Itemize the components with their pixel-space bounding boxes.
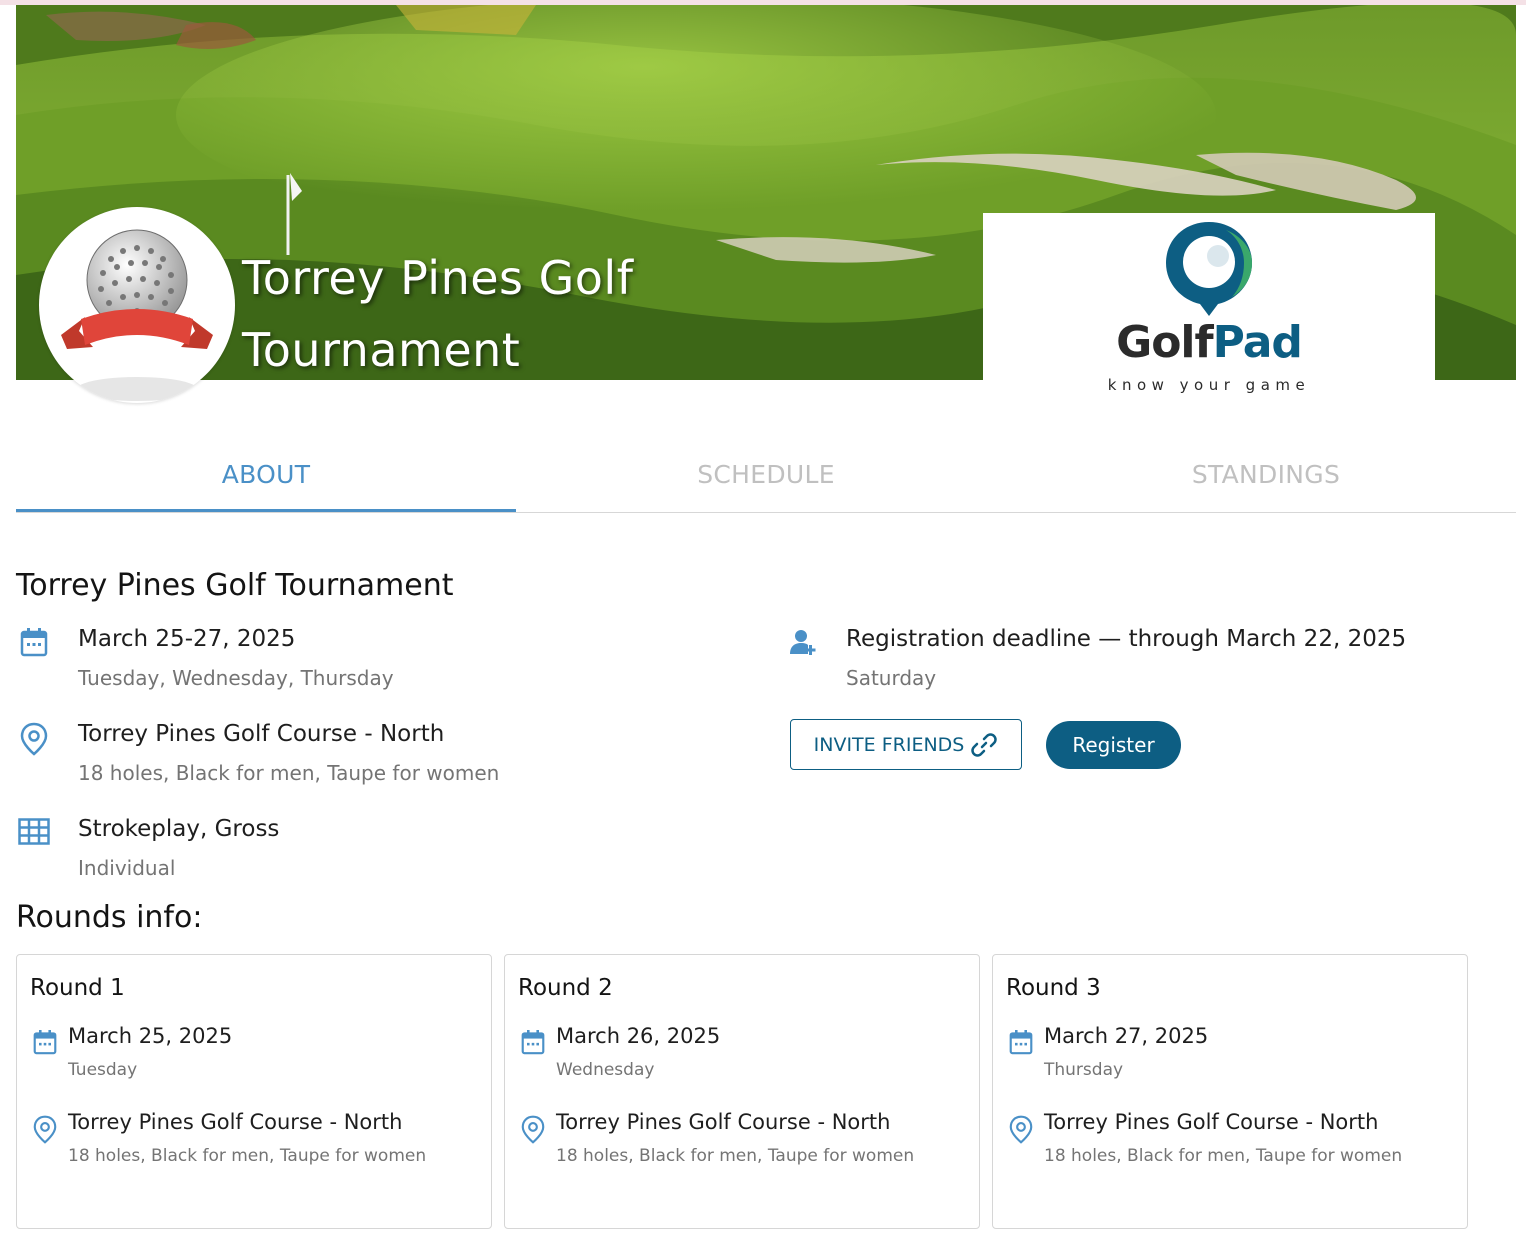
tab-about[interactable]: ABOUT <box>16 440 516 512</box>
round-title: Round 1 <box>30 975 125 1001</box>
course-sub: 18 holes, Black for men, Taupe for women <box>78 761 500 785</box>
round-card-2: Round 2 March 26, 2025 Wednesday Torrey … <box>504 954 980 1229</box>
round-date: March 27, 2025 <box>1044 1024 1209 1048</box>
register-button[interactable]: Register <box>1046 721 1181 769</box>
round-details: 18 holes, Black for men, Taupe for women <box>1044 1146 1403 1166</box>
sponsor-logo: GolfPad know your game <box>983 213 1435 403</box>
table-grid-icon <box>18 818 50 845</box>
round-course: Torrey Pines Golf Course - North <box>556 1110 891 1134</box>
tournament-title-line2: Tournament <box>242 323 521 377</box>
round-course: Torrey Pines Golf Course - North <box>1044 1110 1379 1134</box>
calendar-icon <box>1009 1030 1033 1055</box>
round-title: Round 3 <box>1006 975 1101 1001</box>
invite-friends-label: INVITE FRIENDS <box>813 733 965 756</box>
registration-main: Registration deadline — through March 22… <box>846 626 1407 652</box>
tournament-emblem <box>39 207 235 403</box>
rounds-title: Rounds info: <box>16 900 203 935</box>
round-details: 18 holes, Black for men, Taupe for women <box>556 1146 915 1166</box>
dates-sub: Tuesday, Wednesday, Thursday <box>78 666 394 690</box>
golfpad-wordmark-pad: Pad <box>1212 317 1303 368</box>
calendar-icon <box>521 1030 545 1055</box>
invite-friends-button[interactable]: INVITE FRIENDS <box>790 719 1022 770</box>
location-pin-icon <box>33 1115 57 1144</box>
round-weekday: Wednesday <box>556 1060 655 1080</box>
tournament-title-banner: Torrey Pines Golf Tournament <box>242 242 802 380</box>
format-sub: Individual <box>78 856 176 880</box>
calendar-icon <box>20 628 48 657</box>
dates-main: March 25-27, 2025 <box>78 626 296 652</box>
golfpad-wordmark: GolfPad <box>983 317 1435 368</box>
tab-bar: ABOUT SCHEDULE STANDINGS <box>16 440 1516 513</box>
golfpad-tagline: know your game <box>1107 376 1311 394</box>
link-icon <box>971 732 998 757</box>
about-title: Torrey Pines Golf Tournament <box>16 568 454 603</box>
registration-sub: Saturday <box>846 666 937 690</box>
round-weekday: Thursday <box>1044 1060 1124 1080</box>
round-title: Round 2 <box>518 975 613 1001</box>
round-date: March 25, 2025 <box>68 1024 233 1048</box>
round-card-3: Round 3 March 27, 2025 Thursday Torrey P… <box>992 954 1468 1229</box>
golfpad-pin-logo-icon <box>1166 222 1252 316</box>
golfpad-wordmark-golf: Golf <box>1116 317 1214 368</box>
round-course: Torrey Pines Golf Course - North <box>68 1110 403 1134</box>
golf-ball-ribbon-icon <box>61 229 213 401</box>
add-user-icon <box>790 630 816 655</box>
round-weekday: Tuesday <box>68 1060 138 1080</box>
round-details: 18 holes, Black for men, Taupe for women <box>68 1146 427 1166</box>
tab-schedule[interactable]: SCHEDULE <box>516 440 1016 512</box>
course-main: Torrey Pines Golf Course - North <box>78 721 445 747</box>
location-pin-icon <box>1009 1115 1033 1144</box>
tab-standings[interactable]: STANDINGS <box>1016 440 1516 512</box>
round-card-1: Round 1 March 25, 2025 Tuesday Torrey Pi… <box>16 954 492 1229</box>
calendar-icon <box>33 1030 57 1055</box>
round-date: March 26, 2025 <box>556 1024 721 1048</box>
format-main: Strokeplay, Gross <box>78 816 280 842</box>
location-pin-icon <box>521 1115 545 1144</box>
tournament-title-line1: Torrey Pines Golf <box>242 251 634 305</box>
location-pin-icon <box>20 722 48 756</box>
